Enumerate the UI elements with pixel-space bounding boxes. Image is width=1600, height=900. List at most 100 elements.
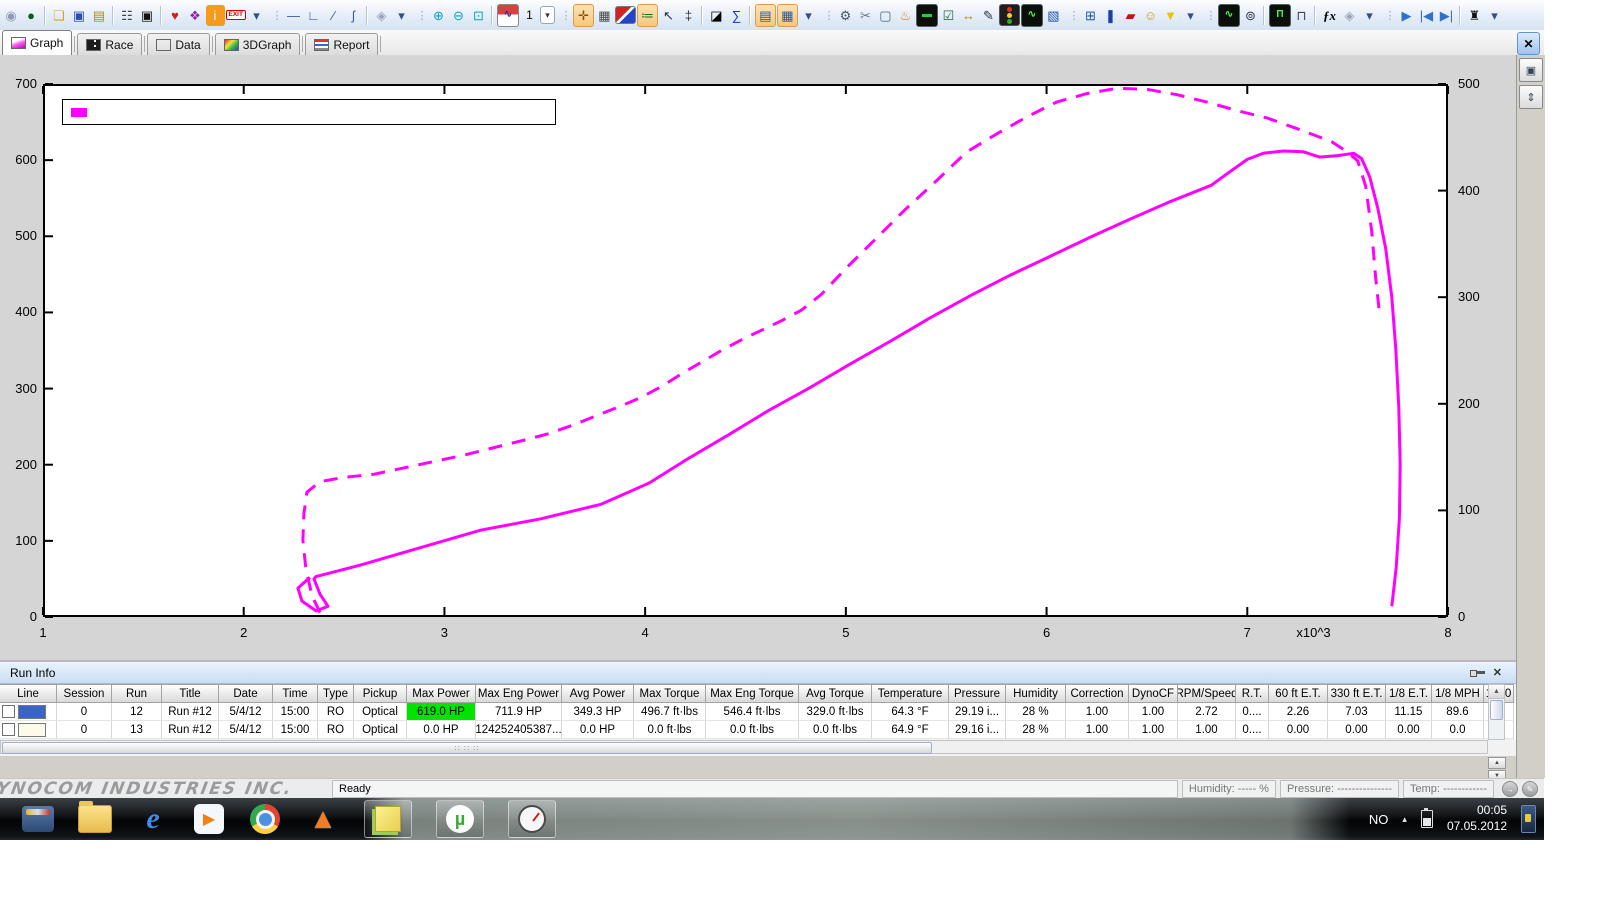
language-indicator[interactable]: NO (1369, 812, 1389, 827)
filter-icon[interactable]: ▼ (1161, 5, 1180, 26)
internet-explorer-icon[interactable]: e (136, 802, 170, 836)
graph-panel[interactable]: 0100200300400500600700010020030040050012… (0, 55, 1516, 660)
column-header[interactable]: 330 ft E.T. (1328, 684, 1386, 703)
engine-icon[interactable]: ♥ (166, 5, 185, 26)
column-header[interactable]: Max Power (407, 684, 476, 703)
toolbox-icon[interactable] (22, 806, 54, 832)
column-header[interactable]: Title (162, 684, 219, 703)
surface-gray-icon[interactable]: ◈ (1340, 5, 1359, 26)
column-header[interactable]: Run (112, 684, 162, 703)
clock[interactable]: 00:05 07.05.2012 (1447, 803, 1507, 834)
marker-lines-icon[interactable]: ‡ (679, 5, 698, 26)
column-header[interactable]: 1/8 MPH (1432, 684, 1484, 703)
table-row[interactable]: 013Run #125/4/1215:00ROOptical0.0 HP1242… (0, 721, 1516, 739)
new-window-icon[interactable]: ▢ (876, 5, 895, 26)
column-header[interactable]: Time (273, 684, 318, 703)
battery-icon[interactable] (1421, 810, 1433, 828)
pointer-icon[interactable]: ↖ (659, 5, 678, 26)
calendar-clock-icon[interactable]: ⊞ (1081, 5, 1100, 26)
column-header[interactable]: RPM/Speed (1178, 684, 1236, 703)
pin-icon[interactable] (1475, 671, 1485, 674)
dyno-app-button[interactable] (508, 800, 556, 838)
display-icon[interactable]: ▣ (138, 5, 157, 26)
function-icon[interactable]: ƒx (1320, 5, 1339, 26)
ruler-icon[interactable]: ↔ (959, 5, 978, 26)
show-desktop-button[interactable] (1521, 805, 1536, 833)
column-header[interactable]: Type (318, 684, 354, 703)
manual-icon[interactable]: ❖ (186, 5, 205, 26)
overflow-icon-5[interactable]: ▾ (1360, 5, 1379, 26)
close-view-button[interactable]: ✕ (1517, 32, 1540, 55)
info-icon[interactable]: i (206, 5, 225, 26)
settings-gear-icon[interactable]: ⚙ (836, 5, 855, 26)
datalogger-icon[interactable]: ∿ (1218, 4, 1240, 27)
explorer-folder-icon[interactable] (78, 805, 112, 833)
line-step-icon[interactable]: ∟ (304, 5, 323, 26)
shade-graph-icon[interactable] (615, 6, 636, 24)
dyno-display-icon[interactable]: ▬ (916, 4, 938, 27)
line-slope-icon[interactable]: ∕ (324, 5, 343, 26)
next-run-icon[interactable]: ▶| (1437, 5, 1456, 26)
overflow-icon-1[interactable]: ▾ (247, 5, 266, 26)
column-header[interactable]: 1/8 E.T. (1386, 684, 1432, 703)
tools-icon[interactable]: ✂ (856, 5, 875, 26)
zoom-in-icon[interactable]: ⊕ (429, 5, 448, 26)
column-header[interactable]: Pressure (949, 684, 1006, 703)
run-info-close-icon[interactable]: ✕ (1493, 666, 1502, 679)
report-chart-icon[interactable]: ▧ (1044, 5, 1063, 26)
resize-panel-button[interactable]: ⇕ (1519, 85, 1543, 109)
media-player-icon[interactable]: ▶ (194, 804, 224, 834)
tab-3dgraph[interactable]: 3DGraph (215, 33, 301, 55)
run-visible-checkbox[interactable] (2, 705, 15, 718)
column-header[interactable]: Max Torque (634, 684, 706, 703)
globe-icon[interactable]: ● (22, 5, 41, 26)
column-header[interactable]: R.T. (1236, 684, 1269, 703)
table-v-scrollbar[interactable]: ▲ (1488, 684, 1505, 740)
vehicle-icon[interactable]: ▰ (1121, 5, 1140, 26)
race-tree-icon[interactable]: ♜ (1465, 5, 1484, 26)
h-scroll-thumb[interactable]: ∷ ∷ ∷ (2, 742, 932, 754)
status-edit-button[interactable]: ✎ (1522, 781, 1538, 797)
tab-race[interactable]: Race (77, 33, 142, 55)
column-header[interactable]: Date (219, 684, 273, 703)
tab-data[interactable]: Data (147, 33, 209, 55)
prev-run-icon[interactable]: |◀ (1417, 5, 1436, 26)
invert-plot-icon[interactable]: ◪ (707, 5, 726, 26)
column-header[interactable]: Avg Power (562, 684, 634, 703)
engine-flame-icon[interactable]: ♨ (896, 5, 915, 26)
print-icon[interactable]: ☷ (118, 5, 137, 26)
column-header[interactable]: Correction (1066, 684, 1129, 703)
chart-thumb-icon[interactable]: ∿ (497, 4, 519, 27)
play-run-icon[interactable]: ▶ (1397, 5, 1416, 26)
grid-icon[interactable]: ▦ (595, 5, 614, 26)
tab-graph[interactable]: Graph (2, 30, 72, 55)
sticky-notes-app-button[interactable] (364, 800, 412, 838)
zoom-level-dropdown-icon[interactable]: ▾ (540, 6, 555, 24)
pane-scroll-up-icon[interactable]: ▲ (1488, 757, 1506, 769)
legend-toggle-icon[interactable]: ≔ (637, 4, 658, 27)
export-run-icon[interactable]: ▤ (90, 5, 109, 26)
status-go-button[interactable]: → (1502, 781, 1518, 797)
line-curve-icon[interactable]: ʃ (344, 5, 363, 26)
traffic-light-icon[interactable] (999, 4, 1020, 26)
step-signal-icon[interactable]: ⊓ (1292, 5, 1311, 26)
save-icon[interactable]: ▣ (70, 5, 89, 26)
scroll-up-icon[interactable]: ▲ (1489, 685, 1504, 699)
tray-expand-icon[interactable]: ▴ (1402, 814, 1407, 825)
pen-icon[interactable]: ✎ (979, 5, 998, 26)
record-icon[interactable]: ◉ (2, 5, 21, 26)
column-header[interactable]: Avg Torque (799, 684, 872, 703)
column-header[interactable]: Temperature (872, 684, 949, 703)
sum-icon[interactable]: ∑ (727, 5, 746, 26)
overflow-icon-6[interactable]: ▾ (1485, 5, 1504, 26)
zoom-out-icon[interactable]: ⊖ (449, 5, 468, 26)
open-folder-icon[interactable]: ❏ (50, 5, 69, 26)
customer-icon[interactable]: ☺ (1141, 5, 1160, 26)
dock-panel-button[interactable]: ▣ (1519, 58, 1543, 82)
column-header[interactable]: Pickup (354, 684, 407, 703)
runs-grid-icon[interactable]: ▦ (777, 4, 798, 27)
live-graph-icon[interactable]: ∿ (1021, 4, 1043, 27)
exit-button[interactable]: EXIT (226, 5, 246, 26)
v-scroll-thumb[interactable] (1490, 700, 1503, 720)
zoom-level-value[interactable]: 1 (520, 5, 539, 26)
